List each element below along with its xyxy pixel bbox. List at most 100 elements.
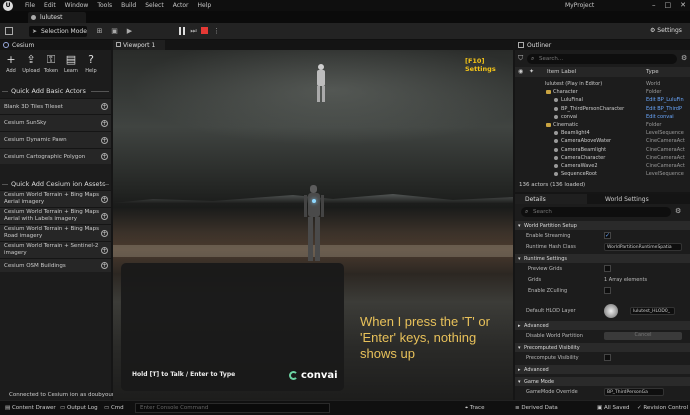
add-circle-icon[interactable]: + [101,195,108,203]
outliner-search-input[interactable]: ⌕ Search... [527,54,677,64]
viewport-tab[interactable]: Viewport 1 [113,40,165,50]
section-advanced[interactable]: ▸ Advanced [515,321,690,330]
menu-tools[interactable]: Tools [97,2,112,9]
outliner-row[interactable]: SequenceRoot LevelSequence [515,170,690,178]
play-options-icon[interactable]: ⋮ [212,27,221,35]
cesium-item-bing-road[interactable]: Cesium World Terrain + Bing Maps Road ima… [0,224,111,241]
skip-frame-icon[interactable]: ⏭ [189,27,198,35]
menu-actor[interactable]: Actor [173,2,189,9]
add-circle-icon[interactable]: + [101,229,108,237]
enable-streaming-checkbox[interactable]: ✓ [604,232,611,239]
convai-chat-widget[interactable]: Hold [T] to Talk / Enter to Type convai [121,263,344,391]
add-circle-icon[interactable]: + [101,136,108,144]
output-log-button[interactable]: ▭ Output Log [60,405,98,411]
add-circle-icon[interactable]: + [101,212,108,220]
cesium-item-sentinel[interactable]: Cesium World Terrain + Sentinel-2 imagery… [0,241,111,258]
cinematics-icon[interactable]: ▶ [125,27,134,35]
menu-select[interactable]: Select [145,2,164,9]
edit-blueprint-link[interactable]: Edit convai [646,114,674,120]
column-item-label[interactable]: Item Label [547,69,576,75]
filter-icon[interactable]: ⛉ [518,54,523,63]
cesium-item-sunsky[interactable]: Cesium SunSky + [0,114,111,131]
save-icon[interactable] [5,27,13,35]
menu-help[interactable]: Help [198,2,212,9]
cesium-item-cartographic-polygon[interactable]: Cesium Cartographic Polygon + [0,148,111,164]
content-drawer-button[interactable]: ▤ Content Drawer [5,405,56,411]
section-game-mode[interactable]: ▾ Game Mode [515,377,690,386]
outliner-row[interactable]: lulutest (Play in Editor) World [515,80,690,88]
details-tab[interactable]: Details [515,194,587,204]
outliner-row[interactable]: Character Folder [515,88,690,96]
f10-settings-hint[interactable]: [F10] Settings [465,57,513,73]
cesium-upload-button[interactable]: ⇪ Upload [21,52,41,74]
menu-edit[interactable]: Edit [44,2,56,9]
outliner-row[interactable]: convai Edit convai [515,113,690,121]
add-circle-icon[interactable]: + [101,119,108,127]
disable-partition-button[interactable]: Cancel [604,332,682,340]
cesium-learn-button[interactable]: ▤ Learn [61,52,81,74]
gear-icon[interactable]: ⚙ [675,207,681,215]
unreal-logo-icon[interactable]: U [3,0,13,11]
cesium-help-button[interactable]: ? Help [81,52,101,74]
outliner-tab[interactable]: Outliner [515,40,690,50]
menu-file[interactable]: File [25,2,35,9]
trace-button[interactable]: ⌖ Trace [465,405,484,412]
minimize-icon[interactable]: – [652,1,656,9]
add-circle-icon[interactable]: + [101,103,108,110]
close-icon[interactable]: ✕ [680,1,686,9]
level-tab[interactable]: lulutest [28,12,86,23]
runtime-hash-dropdown[interactable]: WorldPartitionRuntimeSpatia [604,243,682,251]
console-command-input[interactable]: Enter Console Command [135,403,330,413]
outliner-row[interactable]: BP_ThirdPersonCharacter Edit BP_ThirdP [515,105,690,113]
add-circle-icon[interactable]: + [101,153,108,160]
selection-mode-dropdown[interactable]: ➤ Selection Mode [29,26,87,37]
cmd-dropdown[interactable]: ▭ Cmd [104,405,124,411]
section-advanced-2[interactable]: ▸ Advanced [515,365,690,374]
precompute-visibility-checkbox[interactable] [604,354,611,361]
pause-icon[interactable] [178,27,186,35]
enable-zculling-checkbox[interactable] [604,287,611,294]
outliner-row[interactable]: Beamlight4 LevelSequence [515,129,690,137]
gear-icon[interactable]: ⚙ [681,54,687,62]
outliner-row[interactable]: CameraBeamlight CineCameraAct [515,146,690,154]
pin-icon[interactable]: ✦ [529,68,534,75]
cesium-item-blank-tileset[interactable]: Blank 3D Tiles Tileset + [0,98,111,114]
world-settings-tab[interactable]: World Settings [595,196,649,203]
add-circle-icon[interactable]: + [101,246,108,254]
column-type[interactable]: Type [646,69,659,75]
section-precomputed-visibility[interactable]: ▾ Precomputed Visibility [515,343,690,352]
cesium-item-bing-aerial[interactable]: Cesium World Terrain + Bing Maps Aerial i… [0,190,111,207]
outliner-row[interactable]: CameraWave2 CineCameraAct [515,162,690,170]
details-search-input[interactable]: ⌕ Search [521,207,671,217]
derived-data-button[interactable]: ≡ Derived Data [515,405,558,411]
cesium-tab[interactable]: Cesium [0,40,111,50]
edit-blueprint-link[interactable]: Edit BP_LuluFin [646,97,684,103]
cesium-item-bing-aerial-labels[interactable]: Cesium World Terrain + Bing Maps Aerial w… [0,207,111,224]
settings-button[interactable]: ⚙ Settings [650,27,682,34]
outliner-row[interactable]: CameraCharacter CineCameraAct [515,154,690,162]
cesium-add-button[interactable]: + Add [1,52,21,74]
menu-window[interactable]: Window [65,2,89,9]
eye-icon[interactable]: ◉ [518,68,523,75]
game-viewport[interactable]: [F10] Settings Hold [T] to Talk / Enter … [113,50,513,400]
save-status[interactable]: ▣ All Saved [597,405,630,411]
section-world-partition[interactable]: ▾ World Partition Setup [515,221,690,230]
add-icon[interactable]: ⊞ [95,27,104,35]
stop-icon[interactable] [201,27,208,34]
outliner-row[interactable]: CameraAboveWater CineCameraAct [515,137,690,145]
hlod-layer-dropdown[interactable]: lulutest_HLOD0_ [630,307,675,315]
gamemode-override-dropdown[interactable]: BP_ThirdPersonGa [604,388,664,396]
cesium-token-button[interactable]: ⚿ Token [41,52,61,74]
blueprint-icon[interactable]: ▣ [110,27,119,35]
menu-build[interactable]: Build [121,2,136,9]
maximize-icon[interactable]: □ [665,1,672,9]
revision-control-button[interactable]: ✓ Revision Control [637,405,688,411]
edit-blueprint-link[interactable]: Edit BP_ThirdP [646,106,682,112]
outliner-row[interactable]: LuluFinal Edit BP_LuluFin [515,96,690,104]
add-circle-icon[interactable]: + [101,262,108,269]
preview-grids-checkbox[interactable] [604,265,611,272]
section-runtime-settings[interactable]: ▾ Runtime Settings [515,254,690,263]
cesium-item-dynamic-pawn[interactable]: Cesium Dynamic Pawn + [0,131,111,148]
outliner-row[interactable]: Cinematic Folder [515,121,690,129]
cesium-item-osm-buildings[interactable]: Cesium OSM Buildings + [0,258,111,272]
